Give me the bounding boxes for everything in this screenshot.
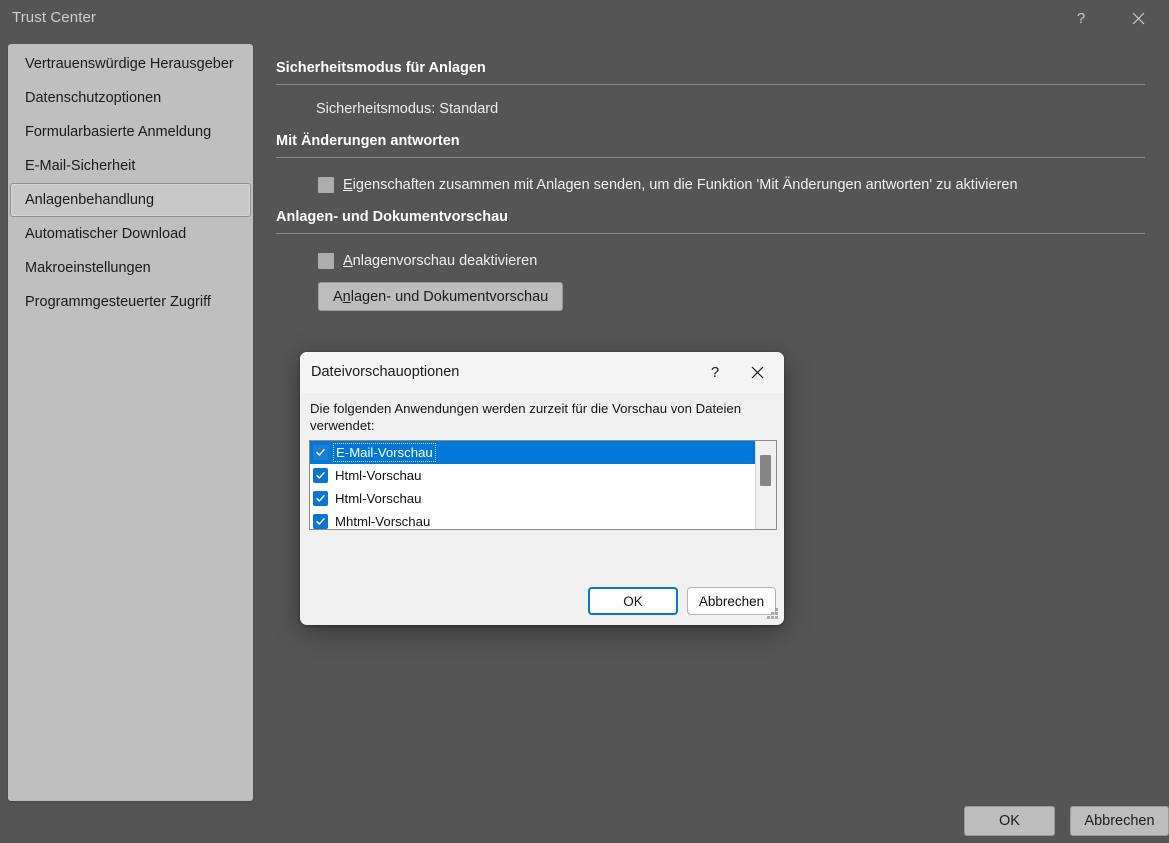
checkbox-row-turn-off-preview[interactable]: Anlagenvorschau deaktivieren	[318, 253, 1156, 269]
sidebar-item-label: Vertrauenswürdige Herausgeber	[25, 56, 234, 72]
file-preview-options-dialog: Dateivorschauoptionen ? Die folgenden An…	[300, 352, 784, 625]
dialog-cancel-button[interactable]: Abbrechen	[687, 587, 776, 615]
help-glyph: ?	[1077, 10, 1085, 27]
dialog-ok-button[interactable]: OK	[588, 587, 678, 615]
list-item-label: Html-Vorschau	[335, 491, 421, 506]
ok-button[interactable]: OK	[964, 806, 1055, 836]
page-title: Trust Center	[12, 9, 96, 26]
cancel-button[interactable]: Abbrechen	[1070, 806, 1169, 836]
divider	[276, 233, 1145, 234]
listbox-scrollbar[interactable]	[755, 441, 776, 529]
sidebar-item-label: Programmgesteuerter Zugriff	[25, 294, 211, 310]
sidebar-item-label: Datenschutzoptionen	[25, 90, 161, 106]
sidebar-item-1[interactable]: Datenschutzoptionen	[10, 81, 251, 115]
list-item[interactable]: Html-Vorschau	[310, 464, 755, 487]
dialog-help-glyph: ?	[711, 364, 719, 381]
sidebar-item-label: Makroeinstellungen	[25, 260, 151, 276]
section-heading-attachment-security: Sicherheitsmodus für Anlagen	[276, 44, 1156, 76]
dialog-help-icon[interactable]: ?	[694, 352, 736, 393]
list-item[interactable]: Html-Vorschau	[310, 487, 755, 510]
checkbox-label-turn-off-preview: Anlagenvorschau deaktivieren	[343, 253, 537, 269]
attachment-document-preview-button[interactable]: Anlagen- und Dokumentvorschau	[318, 282, 563, 311]
dialog-title: Dateivorschauoptionen	[311, 364, 459, 380]
sidebar-item-3[interactable]: E-Mail-Sicherheit	[10, 149, 251, 183]
checkmark-icon[interactable]	[313, 491, 328, 506]
checkbox-turn-off-preview[interactable]	[318, 253, 334, 269]
listbox-scrollbar-thumb[interactable]	[760, 455, 771, 486]
dialog-description: Die folgenden Anwendungen werden zurzeit…	[310, 400, 770, 434]
sidebar-item-0[interactable]: Vertrauenswürdige Herausgeber	[10, 47, 251, 81]
list-item[interactable]: Mhtml-Vorschau	[310, 510, 755, 530]
checkbox-row-send-properties[interactable]: Eigenschaften zusammen mit Anlagen sende…	[318, 177, 1156, 193]
checkbox-send-properties[interactable]	[318, 177, 334, 193]
sidebar-item-label: E-Mail-Sicherheit	[25, 158, 135, 174]
sidebar-item-label: Formularbasierte Anmeldung	[25, 124, 211, 140]
list-item-label: E-Mail-Vorschau	[335, 445, 434, 460]
dialog-close-icon[interactable]	[736, 352, 778, 393]
sidebar-item-label: Anlagenbehandlung	[25, 192, 154, 208]
list-item-label: Html-Vorschau	[335, 468, 421, 483]
divider	[276, 157, 1145, 158]
sidebar-item-2[interactable]: Formularbasierte Anmeldung	[10, 115, 251, 149]
resize-grip-icon[interactable]	[767, 608, 779, 620]
dialog-titlebar: Dateivorschauoptionen ?	[300, 352, 784, 393]
sidebar-item-label: Automatischer Download	[25, 226, 186, 242]
help-icon[interactable]: ?	[1058, 0, 1104, 37]
section-heading-attachment-document-preview: Anlagen- und Dokumentvorschau	[276, 193, 1156, 225]
divider	[276, 84, 1145, 85]
sidebar-item-4[interactable]: Anlagenbehandlung	[10, 183, 251, 217]
sidebar-item-5[interactable]: Automatischer Download	[10, 217, 251, 251]
list-item-label: Mhtml-Vorschau	[335, 514, 430, 529]
main-content: Sicherheitsmodus für Anlagen Sicherheits…	[276, 44, 1156, 311]
sidebar-item-7[interactable]: Programmgesteuerter Zugriff	[10, 285, 251, 319]
checkbox-label-send-properties: Eigenschaften zusammen mit Anlagen sende…	[343, 177, 1018, 193]
sidebar-item-6[interactable]: Makroeinstellungen	[10, 251, 251, 285]
checkmark-icon[interactable]	[313, 514, 328, 529]
section-heading-reply-with-changes: Mit Änderungen antworten	[276, 117, 1156, 149]
settings-sidebar: Vertrauenswürdige Herausgeber Datenschutz…	[8, 44, 253, 801]
checkmark-icon[interactable]	[313, 445, 328, 460]
security-mode-status: Sicherheitsmodus: Standard	[316, 101, 1156, 117]
close-icon[interactable]	[1115, 0, 1161, 37]
trust-center-window: Trust Center ? Vertrauenswürdige Herausg…	[0, 0, 1169, 843]
window-titlebar: Trust Center ?	[0, 0, 1169, 37]
checkmark-icon[interactable]	[313, 468, 328, 483]
preview-handlers-listbox[interactable]: E-Mail-Vorschau Html-Vorschau Html-Vorscha…	[309, 440, 777, 530]
list-item[interactable]: E-Mail-Vorschau	[310, 441, 755, 464]
